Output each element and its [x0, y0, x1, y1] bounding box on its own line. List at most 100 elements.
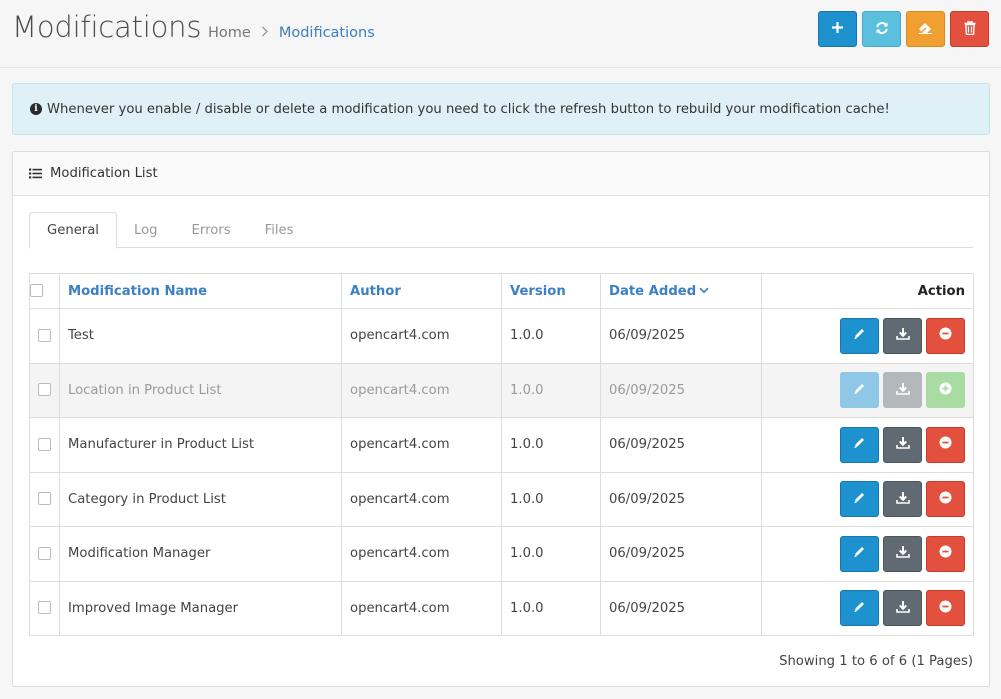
disable-button[interactable] — [926, 317, 965, 354]
enable-button[interactable] — [926, 372, 965, 409]
download-icon — [895, 600, 910, 617]
download-icon — [895, 327, 910, 344]
page-title: Modifications — [12, 10, 202, 44]
add-button[interactable] — [818, 11, 857, 47]
row-checkbox[interactable] — [38, 328, 51, 342]
modification-author: opencart4.com — [341, 308, 502, 364]
table-row: Improved Image Manager opencart4.com 1.0.0… — [29, 580, 974, 636]
pagination-summary: Showing 1 to 6 of 6 (1 Pages) — [779, 654, 973, 669]
minus-circle-icon — [939, 545, 952, 562]
modification-author: opencart4.com — [341, 471, 502, 527]
plus-icon — [831, 21, 844, 37]
modification-version: 1.0.0 — [501, 362, 601, 418]
select-all-checkbox[interactable] — [30, 284, 43, 297]
modification-version: 1.0.0 — [501, 526, 601, 582]
edit-button[interactable] — [840, 372, 879, 409]
breadcrumb-modifications-link[interactable]: Modifications — [279, 25, 375, 41]
row-actions-cell — [761, 362, 974, 418]
download-icon — [895, 545, 910, 562]
pencil-icon — [853, 491, 866, 508]
edit-button[interactable] — [840, 426, 879, 463]
download-button[interactable] — [883, 317, 922, 354]
sort-by-name-link[interactable]: Modification Name — [68, 284, 207, 299]
download-icon — [895, 382, 910, 399]
modification-author: opencart4.com — [341, 526, 502, 582]
column-header-version: Version — [501, 273, 601, 309]
row-checkbox[interactable] — [38, 383, 51, 397]
table-header-row: Modification Name Author Version Date Ad… — [29, 273, 974, 309]
modification-date-added: 06/09/2025 — [600, 526, 762, 582]
modification-date-added: 06/09/2025 — [600, 471, 762, 527]
minus-circle-icon — [939, 600, 952, 617]
modification-date-added: 06/09/2025 — [600, 417, 762, 473]
edit-button[interactable] — [840, 590, 879, 627]
download-button[interactable] — [883, 372, 922, 409]
refresh-icon — [875, 21, 889, 38]
modification-version: 1.0.0 — [501, 580, 601, 636]
sort-by-author-link[interactable]: Author — [350, 284, 401, 299]
minus-circle-icon — [939, 491, 952, 508]
delete-button[interactable] — [950, 11, 989, 47]
date-added-label: Date Added — [609, 284, 697, 299]
modification-name: Test — [59, 308, 342, 364]
row-select-cell — [29, 308, 60, 364]
header-actions — [818, 11, 989, 47]
row-actions-cell — [761, 580, 974, 636]
download-button[interactable] — [883, 535, 922, 572]
breadcrumb-home-link[interactable]: Home — [208, 25, 251, 41]
table-row: Location in Product List opencart4.com 1.0… — [29, 362, 974, 418]
row-actions — [770, 372, 965, 409]
tab-errors[interactable]: Errors — [175, 212, 248, 248]
row-actions — [770, 317, 965, 354]
row-checkbox[interactable] — [38, 492, 51, 506]
tab-files[interactable]: Files — [248, 212, 311, 248]
download-button[interactable] — [883, 590, 922, 627]
modification-author: opencart4.com — [341, 417, 502, 473]
download-button[interactable] — [883, 426, 922, 463]
panel-heading: Modification List — [13, 152, 989, 196]
row-actions-cell — [761, 526, 974, 582]
chevron-right-icon — [261, 26, 269, 41]
tab-log[interactable]: Log — [117, 212, 175, 248]
disable-button[interactable] — [926, 590, 965, 627]
table-row: Test opencart4.com 1.0.0 06/09/2025 — [29, 308, 974, 364]
refresh-button[interactable] — [862, 11, 901, 47]
modifications-table: Modification Name Author Version Date Ad… — [29, 273, 974, 636]
clear-button[interactable] — [906, 11, 945, 47]
sort-by-version-link[interactable]: Version — [510, 284, 566, 299]
download-icon — [895, 436, 910, 453]
row-actions — [770, 426, 965, 463]
minus-circle-icon — [939, 436, 952, 453]
row-actions-cell — [761, 308, 974, 364]
row-checkbox[interactable] — [38, 437, 51, 451]
panel-title: Modification List — [50, 166, 158, 181]
eraser-icon — [918, 21, 933, 37]
pencil-icon — [853, 545, 866, 562]
modification-date-added: 06/09/2025 — [600, 362, 762, 418]
edit-button[interactable] — [840, 481, 879, 518]
row-checkbox[interactable] — [38, 601, 51, 615]
select-all-cell — [29, 273, 60, 309]
modification-version: 1.0.0 — [501, 308, 601, 364]
disable-button[interactable] — [926, 481, 965, 518]
pencil-icon — [853, 327, 866, 344]
disable-button[interactable] — [926, 426, 965, 463]
row-actions-cell — [761, 471, 974, 527]
table-row: Category in Product List opencart4.com 1.0… — [29, 471, 974, 527]
list-icon — [29, 168, 42, 179]
sort-by-date-added-link[interactable]: Date Added — [609, 284, 709, 299]
info-icon: i — [30, 103, 42, 115]
modification-name: Modification Manager — [59, 526, 342, 582]
download-button[interactable] — [883, 481, 922, 518]
column-header-author: Author — [341, 273, 502, 309]
column-header-name: Modification Name — [59, 273, 342, 309]
tab-general[interactable]: General — [29, 212, 117, 249]
table-row: Manufacturer in Product List opencart4.co… — [29, 417, 974, 473]
row-select-cell — [29, 526, 60, 582]
info-alert: i Whenever you enable / disable or delet… — [12, 83, 990, 135]
modification-list-panel: Modification List General Log Errors Fil… — [12, 151, 990, 687]
edit-button[interactable] — [840, 317, 879, 354]
disable-button[interactable] — [926, 535, 965, 572]
row-checkbox[interactable] — [38, 546, 51, 560]
edit-button[interactable] — [840, 535, 879, 572]
